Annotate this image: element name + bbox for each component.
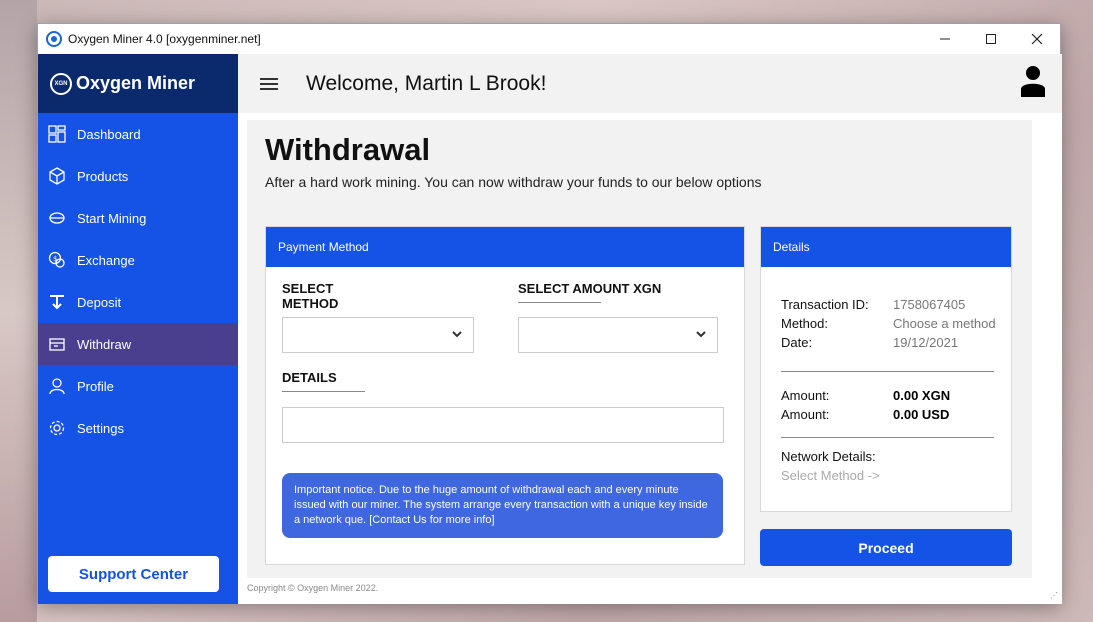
date-label: Date: <box>781 335 813 350</box>
sidebar-item-deposit[interactable]: Deposit <box>38 281 238 323</box>
payment-method-card: Payment Method SELECT METHOD SELECT AMOU… <box>265 226 745 565</box>
welcome-message: Welcome, Martin L Brook! <box>306 71 547 95</box>
close-button[interactable] <box>1014 24 1060 54</box>
app-window: Oxygen Miner 4.0 [oxygenminer.net] XGN O… <box>37 23 1062 604</box>
method-value: Choose a method <box>893 316 996 331</box>
page-subtitle: After a hard work mining. You can now wi… <box>265 174 762 190</box>
select-method-label: SELECT METHOD <box>282 281 365 318</box>
resize-grip-icon[interactable]: ⋰ <box>1050 591 1058 600</box>
sidebar-item-label: Products <box>77 168 129 184</box>
amount-select[interactable] <box>518 317 718 353</box>
gear-icon <box>48 419 66 437</box>
brand-logo-icon: XGN <box>50 72 72 95</box>
window-controls <box>922 24 1060 54</box>
deposit-icon <box>48 293 66 311</box>
account-avatar-icon[interactable] <box>1020 65 1046 102</box>
withdrawal-panel: Withdrawal After a hard work mining. You… <box>247 120 1032 578</box>
sidebar-nav: Dashboard Products Start Mining $ Exchan… <box>38 113 238 449</box>
sidebar-item-exchange[interactable]: $ Exchange <box>38 239 238 281</box>
amount-usd-value: 0.00 USD <box>893 407 950 422</box>
divider <box>781 371 994 372</box>
brand-logo-text: XGN <box>54 80 68 87</box>
brand-header: XGN Oxygen Miner <box>38 54 238 113</box>
method-select[interactable] <box>282 317 474 353</box>
sidebar: XGN Oxygen Miner Dashboard Products Star… <box>38 54 238 604</box>
details-input[interactable] <box>282 407 724 443</box>
amount-xgn-value: 0.00 XGN <box>893 388 951 403</box>
select-amount-label: SELECT AMOUNT XGN <box>518 281 661 303</box>
close-icon <box>1031 33 1043 45</box>
details-label: DETAILS <box>282 370 365 392</box>
desktop-background <box>0 0 37 622</box>
method-label: Method: <box>781 316 828 331</box>
maximize-button[interactable] <box>968 24 1014 54</box>
copyright-text: Copyright © Oxygen Miner 2022. <box>247 583 379 593</box>
user-icon <box>48 377 66 395</box>
support-center-button[interactable]: Support Center <box>48 556 219 592</box>
sidebar-item-label: Deposit <box>77 294 122 310</box>
mining-icon <box>48 209 66 227</box>
sidebar-item-label: Start Mining <box>77 210 147 226</box>
page-title: Withdrawal <box>265 132 431 167</box>
withdraw-icon <box>48 335 66 353</box>
amount-xgn-label: Amount: <box>781 388 830 403</box>
details-card: Details Transaction ID: 1758067405 Metho… <box>760 226 1012 512</box>
dashboard-icon <box>48 125 66 143</box>
sidebar-item-settings[interactable]: Settings <box>38 407 238 449</box>
network-details-label: Network Details: <box>781 449 876 464</box>
sidebar-item-label: Settings <box>77 420 124 436</box>
sidebar-item-label: Profile <box>77 378 114 394</box>
app-logo-icon <box>46 31 62 47</box>
payment-method-header: Payment Method <box>266 227 744 267</box>
date-value: 19/12/2021 <box>893 335 959 350</box>
menu-toggle-icon[interactable] <box>260 75 278 93</box>
chevron-down-icon <box>452 331 462 338</box>
divider <box>781 437 994 438</box>
minimize-button[interactable] <box>922 24 968 54</box>
details-header: Details <box>761 227 1011 267</box>
transaction-id-value: 1758067405 <box>893 297 966 312</box>
box-icon <box>48 167 66 185</box>
sidebar-item-label: Exchange <box>77 252 135 268</box>
sidebar-item-profile[interactable]: Profile <box>38 365 238 407</box>
maximize-icon <box>986 34 996 44</box>
important-notice: Important notice. Due to the huge amount… <box>282 473 723 538</box>
sidebar-item-label: Dashboard <box>77 126 141 142</box>
minimize-icon <box>940 38 950 40</box>
svg-text:$: $ <box>53 255 57 263</box>
sidebar-item-withdraw[interactable]: Withdraw <box>38 323 238 365</box>
network-details-value: Select Method -> <box>781 468 880 483</box>
sidebar-item-dashboard[interactable]: Dashboard <box>38 113 238 155</box>
sidebar-item-products[interactable]: Products <box>38 155 238 197</box>
transaction-id-label: Transaction ID: <box>781 297 869 312</box>
brand-name: Oxygen Miner <box>76 73 196 93</box>
sidebar-item-label: Withdraw <box>77 336 132 352</box>
sidebar-item-start-mining[interactable]: Start Mining <box>38 197 238 239</box>
exchange-icon: $ <box>48 251 66 269</box>
proceed-button[interactable]: Proceed <box>760 529 1012 566</box>
top-header: Welcome, Martin L Brook! <box>238 54 1062 113</box>
window-title: Oxygen Miner 4.0 [oxygenminer.net] <box>68 32 261 46</box>
chevron-down-icon <box>696 331 706 338</box>
amount-usd-label: Amount: <box>781 407 830 422</box>
title-bar: Oxygen Miner 4.0 [oxygenminer.net] <box>38 24 1060 54</box>
